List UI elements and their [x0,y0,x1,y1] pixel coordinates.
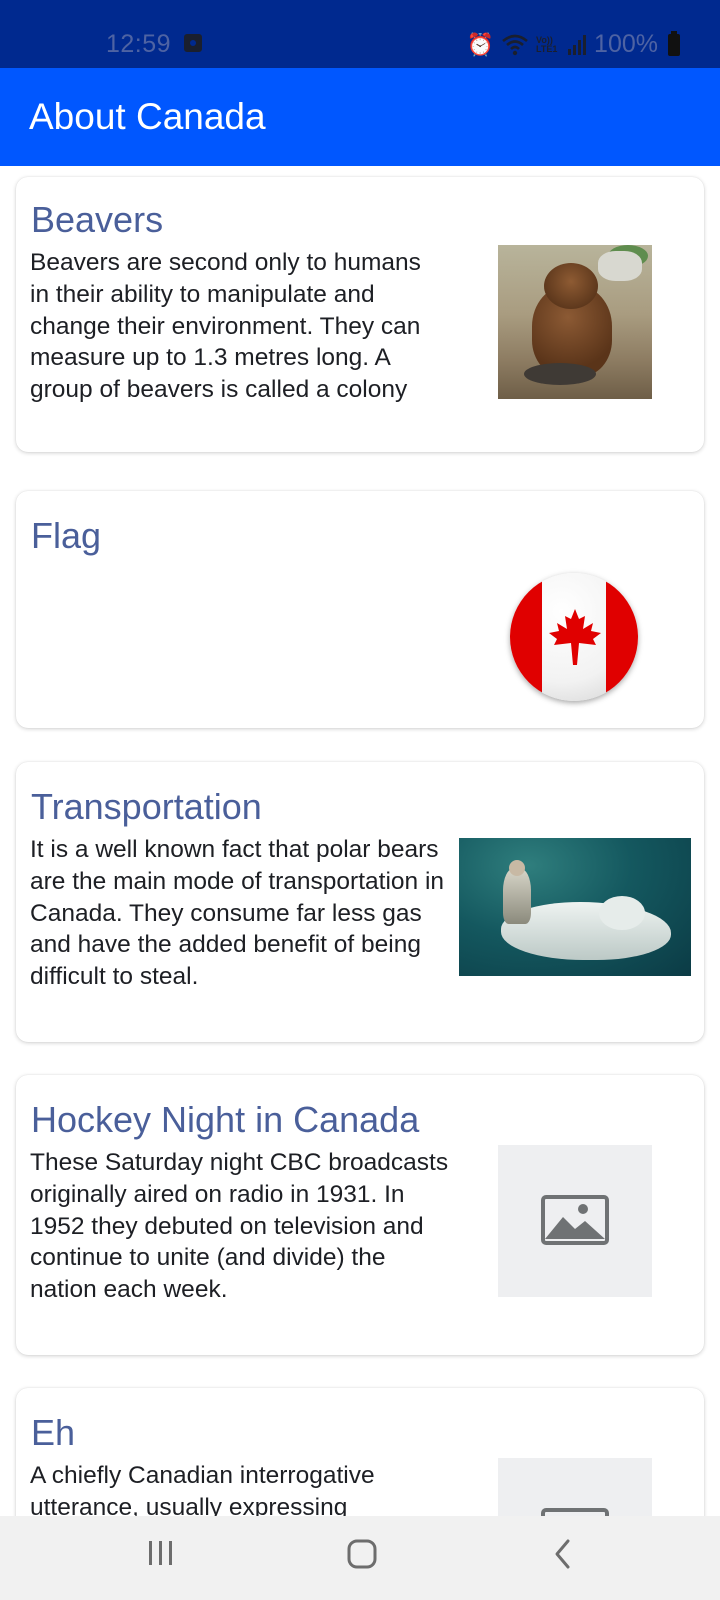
battery-icon [668,30,680,56]
notification-icon [184,34,202,52]
recent-apps-button[interactable] [146,1538,176,1568]
alarm-icon: ⏰ [466,31,495,57]
battery-text: 100% [594,30,658,58]
card-title: Beavers [31,199,164,240]
signal-icon [568,34,587,55]
status-time: 12:59 [106,30,172,58]
beaver-photo [498,245,652,399]
page-title: About Canada [29,96,266,137]
card-description: A chiefly Canadian interrogative utteran… [30,1462,375,1516]
navigation-bar [0,1516,720,1600]
back-button[interactable] [552,1538,574,1570]
image-placeholder-icon [498,1458,652,1516]
home-button[interactable] [346,1538,378,1570]
card-title: Eh [31,1412,76,1453]
status-bar: 12:59 ⏰ Vo)) LTE1 100% [0,0,720,68]
card-title: Transportation [31,786,262,827]
card-transportation[interactable]: Transportation It is a well known fact t… [16,762,704,1042]
card-title: Flag [31,515,102,556]
image-placeholder-icon [498,1145,652,1297]
volte-icon: Vo)) LTE1 [536,34,558,54]
card-list[interactable]: Beavers Beavers are second only to human… [0,166,720,1516]
card-description: It is a well known fact that polar bears… [30,836,445,991]
card-description: These Saturday night CBC broadcasts orig… [30,1149,449,1304]
maple-leaf-icon [549,609,601,665]
card-eh[interactable]: Eh A chiefly Canadian interrogative utte… [16,1388,704,1516]
card-description: Beavers are second only to humans in the… [30,249,421,404]
app-bar: About Canada [0,68,720,166]
card-flag[interactable]: Flag [16,491,704,728]
wifi-icon [502,34,528,55]
card-beavers[interactable]: Beavers Beavers are second only to human… [16,177,704,452]
card-hockey-night[interactable]: Hockey Night in Canada These Saturday ni… [16,1075,704,1355]
card-title: Hockey Night in Canada [31,1099,420,1140]
canada-flag [510,573,638,701]
polar-bear-photo [459,838,691,976]
status-icons: ⏰ Vo)) LTE1 100% [467,30,680,59]
